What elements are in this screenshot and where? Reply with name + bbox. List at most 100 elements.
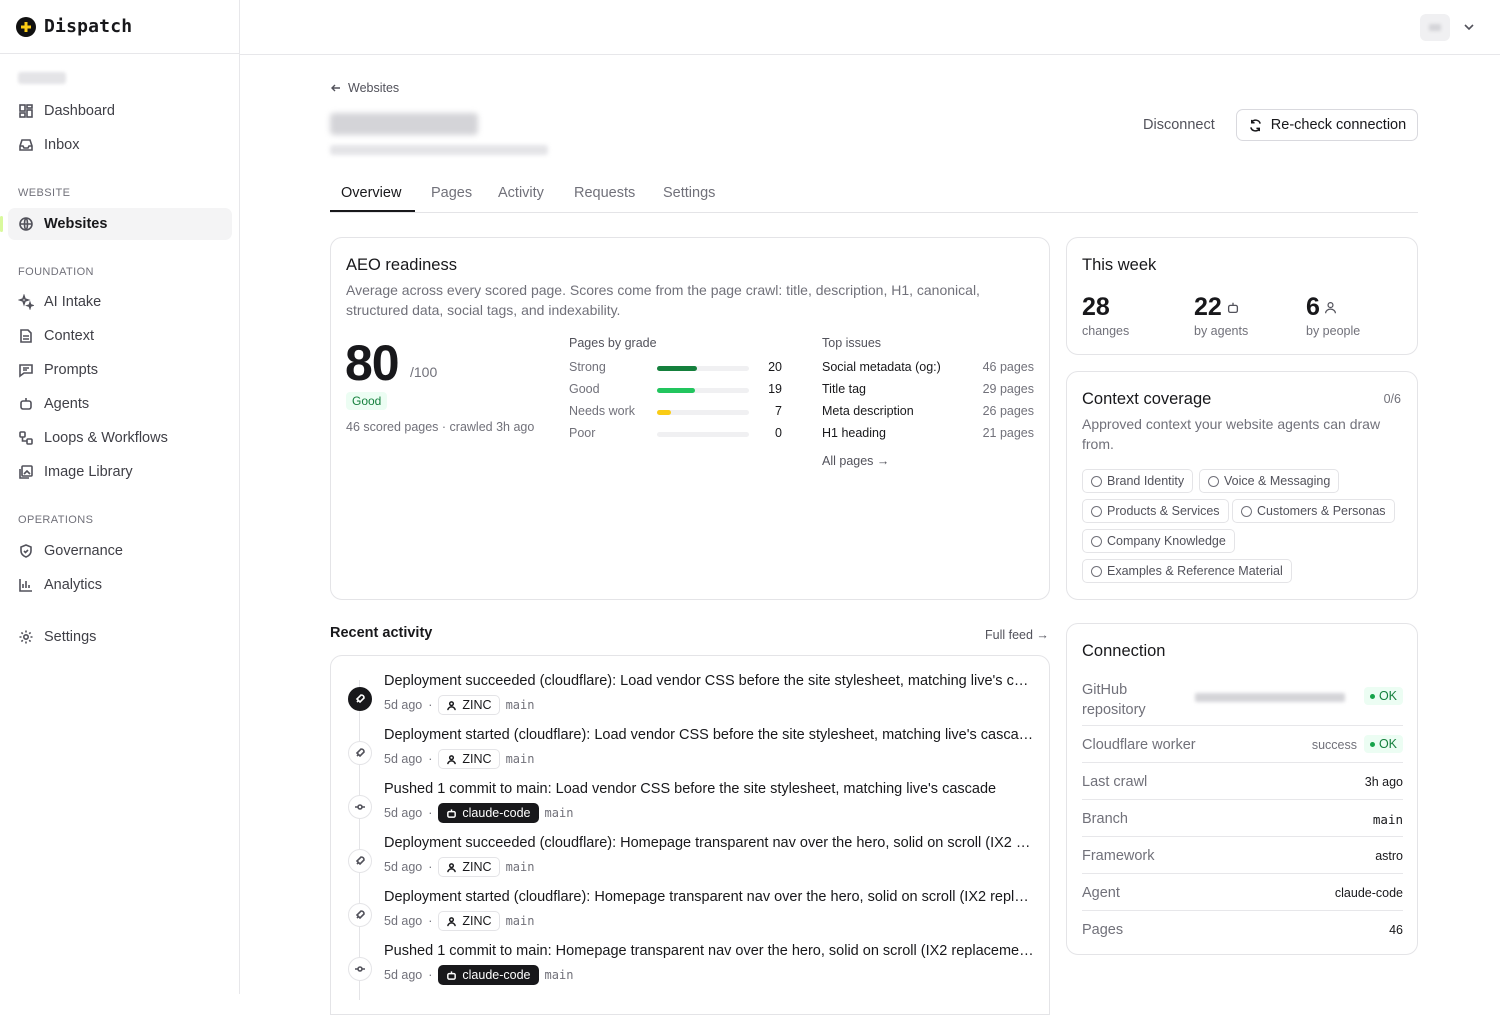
bot-icon	[447, 970, 457, 980]
connection-row-cloudflare: Cloudflare worker success OK	[1082, 726, 1403, 763]
active-tab-indicator	[330, 210, 415, 212]
activity-text: Pushed 1 commit to main: Load vendor CSS…	[384, 781, 997, 797]
full-feed-link[interactable]: Full feed →	[985, 628, 1049, 642]
row-value: claude-code	[1334, 886, 1403, 900]
aeo-score: 80	[345, 335, 400, 391]
grade-row-poor: Poor 0	[569, 426, 782, 442]
this-week-card: This week 28 changes 22 by agents 6 by p…	[1066, 237, 1418, 355]
grade-row-needs-work: Needs work 7	[569, 404, 782, 420]
list-item[interactable]: Deployment succeeded (cloudflare): Load …	[331, 673, 1049, 723]
list-item[interactable]: Deployment succeeded (cloudflare): Homep…	[331, 835, 1049, 885]
tab-overview[interactable]: Overview	[341, 185, 401, 201]
repo-link[interactable]	[1195, 689, 1345, 705]
brand-name: Dispatch	[44, 16, 133, 37]
sidebar-item-label: Settings	[44, 629, 97, 645]
aeo-title: AEO readiness	[346, 256, 457, 274]
recheck-label: Re-check connection	[1270, 117, 1407, 133]
sidebar-item-loops-workflows[interactable]: Loops & Workflows	[8, 422, 232, 454]
sidebar-item-inbox[interactable]: Inbox	[8, 129, 232, 161]
grade-bar-fill	[657, 366, 697, 371]
sidebar-item-image-library[interactable]: Image Library	[8, 456, 232, 488]
grade-row-strong: Strong 20	[569, 360, 782, 376]
context-chip[interactable]: Products & Services	[1082, 499, 1229, 523]
activity-text: Deployment started (cloudflare): Homepag…	[384, 889, 1034, 905]
grade-bar	[657, 388, 749, 393]
context-chip[interactable]: Examples & Reference Material	[1082, 559, 1292, 583]
avatar[interactable]	[1420, 14, 1450, 41]
org-name-redacted[interactable]	[18, 72, 66, 84]
list-item[interactable]: Pushed 1 commit to main: Homepage transp…	[331, 943, 1049, 993]
recent-activity-title: Recent activity	[330, 625, 433, 641]
sidebar-item-agents[interactable]: Agents	[8, 388, 232, 420]
issue-row[interactable]: Social metadata (og:) 46 pages	[822, 360, 1034, 374]
issue-row[interactable]: H1 heading 21 pages	[822, 426, 1034, 440]
status-badge: OK	[1363, 735, 1403, 753]
context-chip[interactable]: Brand Identity	[1082, 469, 1194, 493]
branch-name: main	[544, 968, 574, 982]
connection-row-pages: Pages 46	[1082, 911, 1403, 948]
issue-label: Social metadata (og:)	[822, 360, 941, 374]
person-icon	[1324, 302, 1336, 314]
disconnect-button[interactable]: Disconnect	[1143, 117, 1215, 133]
sidebar-item-dashboard[interactable]: Dashboard	[8, 95, 232, 127]
context-chip[interactable]: Voice & Messaging	[1199, 469, 1340, 493]
grade-bar-fill	[657, 410, 671, 415]
grade-label: Poor	[569, 426, 596, 440]
aeo-score-max: /100	[410, 364, 438, 380]
recheck-connection-button[interactable]: Re-check connection	[1236, 109, 1418, 141]
aeo-description: Average across every scored page. Scores…	[346, 282, 980, 318]
chevron-down-icon[interactable]	[1462, 20, 1476, 34]
sidebar-item-settings[interactable]: Settings	[8, 621, 232, 653]
tab-settings[interactable]: Settings	[663, 185, 715, 201]
sidebar-item-prompts[interactable]: Prompts	[8, 354, 232, 386]
actor-badge: ZINC	[438, 911, 500, 931]
list-item[interactable]: Deployment started (cloudflare): Homepag…	[331, 889, 1049, 939]
list-item[interactable]: Deployment started (cloudflare): Load ve…	[331, 727, 1049, 777]
site-url-redacted[interactable]	[330, 145, 548, 155]
actor-badge: ZINC	[438, 857, 500, 877]
dashboard-icon	[19, 104, 33, 118]
row-label: Framework	[1082, 848, 1155, 864]
list-item[interactable]: Pushed 1 commit to main: Load vendor CSS…	[331, 781, 1049, 831]
sidebar-item-label: Dashboard	[44, 103, 115, 119]
actor-badge: ZINC	[438, 695, 500, 715]
grade-count: 0	[775, 426, 782, 440]
sidebar-item-ai-intake[interactable]: AI Intake	[8, 286, 232, 318]
row-label: Last crawl	[1082, 774, 1148, 790]
workflow-icon	[19, 431, 33, 445]
context-chip[interactable]: Company Knowledge	[1082, 529, 1235, 553]
person-icon	[447, 700, 457, 710]
sidebar-item-analytics[interactable]: Analytics	[8, 569, 232, 601]
tab-pages[interactable]: Pages	[431, 185, 472, 201]
connection-card: Connection GitHub repository OK Cloudfla…	[1066, 623, 1418, 955]
sidebar-item-context[interactable]: Context	[8, 320, 232, 352]
connection-row-framework: Framework astro	[1082, 837, 1403, 874]
issue-pages: 46 pages	[982, 360, 1034, 374]
context-chip[interactable]: Customers & Personas	[1232, 499, 1395, 523]
section-foundation: FOUNDATION	[18, 266, 94, 278]
tab-requests[interactable]: Requests	[574, 185, 635, 201]
back-label: Websites	[348, 81, 400, 95]
branch-name: main	[505, 860, 535, 874]
issue-row[interactable]: Title tag 29 pages	[822, 382, 1034, 396]
back-link[interactable]: Websites	[330, 81, 399, 95]
tabs: Overview Pages Activity Requests Setting…	[330, 175, 1418, 213]
deploy-icon	[348, 741, 372, 765]
brand[interactable]: Dispatch	[0, 0, 239, 54]
grade-count: 20	[768, 360, 782, 374]
grade-label: Needs work	[569, 404, 635, 418]
row-label: Agent	[1082, 885, 1120, 901]
row-label: Cloudflare worker	[1082, 737, 1196, 753]
shield-icon	[20, 544, 32, 558]
sidebar-item-websites[interactable]: Websites	[0, 208, 232, 240]
connection-row-branch: Branch main	[1082, 800, 1403, 837]
issue-row[interactable]: Meta description 26 pages	[822, 404, 1034, 418]
issue-pages: 26 pages	[982, 404, 1034, 418]
document-icon	[20, 329, 32, 343]
sidebar-item-governance[interactable]: Governance	[8, 535, 232, 567]
all-pages-link[interactable]: All pages →	[822, 454, 889, 468]
issue-pages: 21 pages	[982, 426, 1034, 440]
tab-activity[interactable]: Activity	[498, 185, 544, 201]
dispatch-logo-icon	[16, 16, 36, 37]
bar-chart-icon	[19, 579, 32, 592]
